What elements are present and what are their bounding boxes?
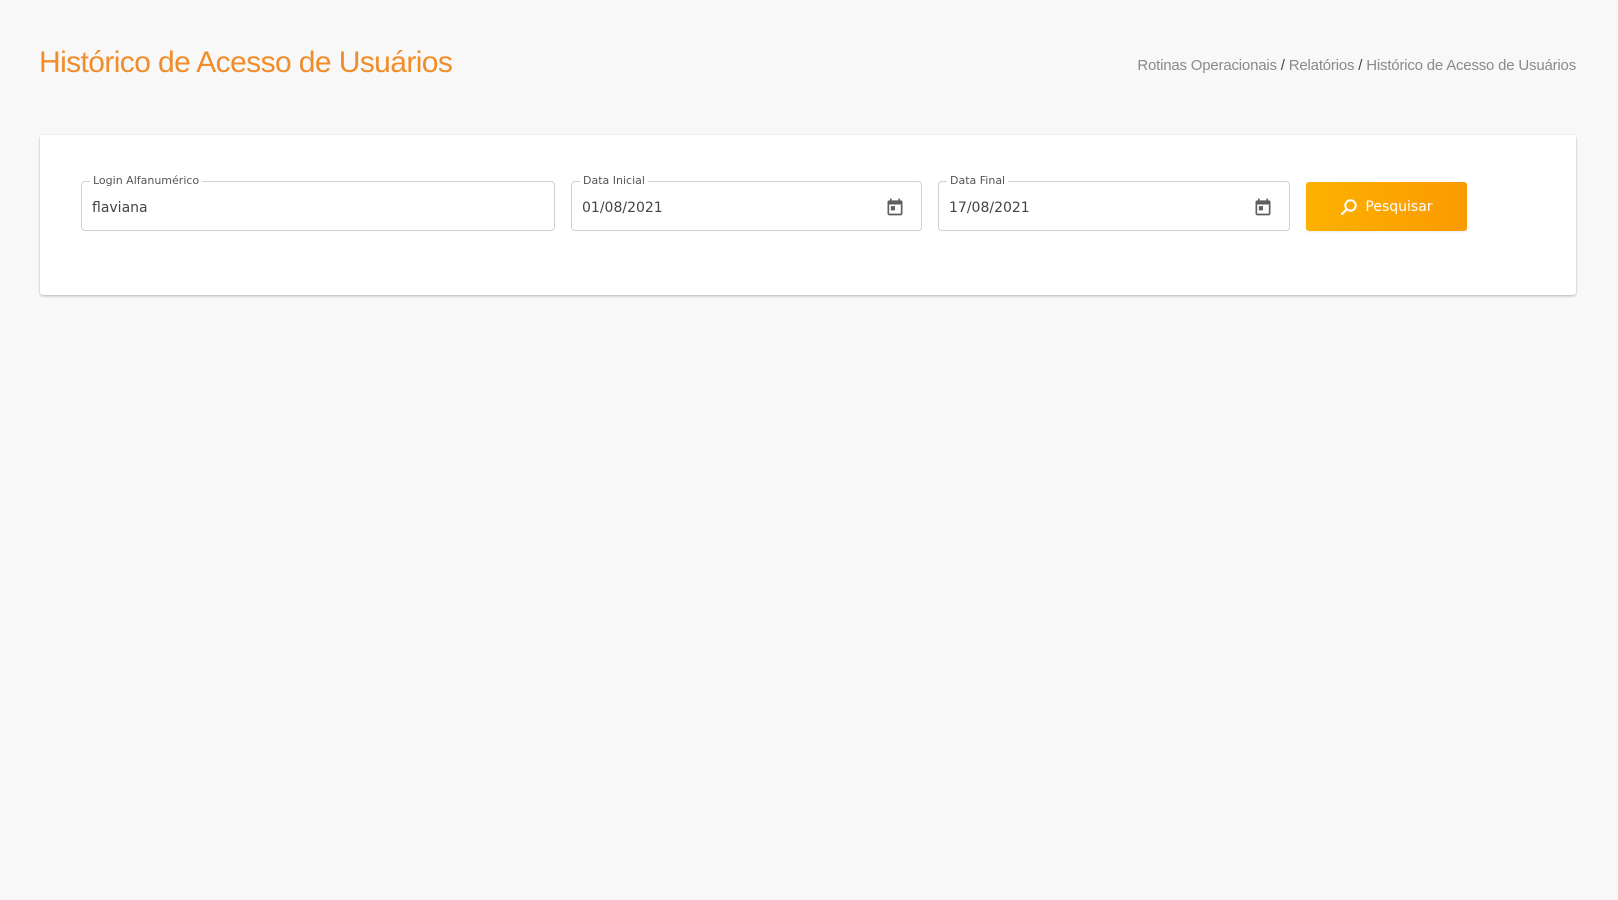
search-icon [1340, 198, 1358, 216]
breadcrumb-separator: / [1358, 57, 1363, 74]
breadcrumb: Rotinas Operacionais / Relatórios / Históric… [1137, 57, 1576, 74]
breadcrumb-item-relatorios[interactable]: Relatórios [1289, 57, 1355, 74]
calendar-icon[interactable] [885, 197, 905, 217]
start-date-field-label: Data Inicial [580, 174, 648, 188]
calendar-icon[interactable] [1253, 197, 1273, 217]
end-date-input[interactable] [949, 200, 1239, 216]
login-field: Login Alfanumérico [81, 174, 555, 231]
breadcrumb-separator: / [1280, 57, 1285, 74]
page: Histórico de Acesso de Usuários Rotinas … [0, 0, 1618, 900]
login-input[interactable] [92, 200, 504, 216]
start-date-input[interactable] [582, 200, 871, 216]
breadcrumb-item-rotinas-operacionais[interactable]: Rotinas Operacionais [1137, 57, 1277, 74]
end-date-field-label: Data Final [947, 174, 1009, 188]
login-field-label: Login Alfanumérico [90, 174, 203, 188]
filter-card: Login Alfanumérico Data Inicial Data Fin… [40, 135, 1576, 295]
end-date-field: Data Final [938, 174, 1290, 231]
breadcrumb-current: Histórico de Acesso de Usuários [1366, 57, 1576, 74]
start-date-field: Data Inicial [571, 174, 922, 231]
page-title: Histórico de Acesso de Usuários [39, 46, 453, 79]
search-button[interactable]: Pesquisar [1306, 182, 1467, 231]
search-button-label: Pesquisar [1365, 198, 1433, 215]
